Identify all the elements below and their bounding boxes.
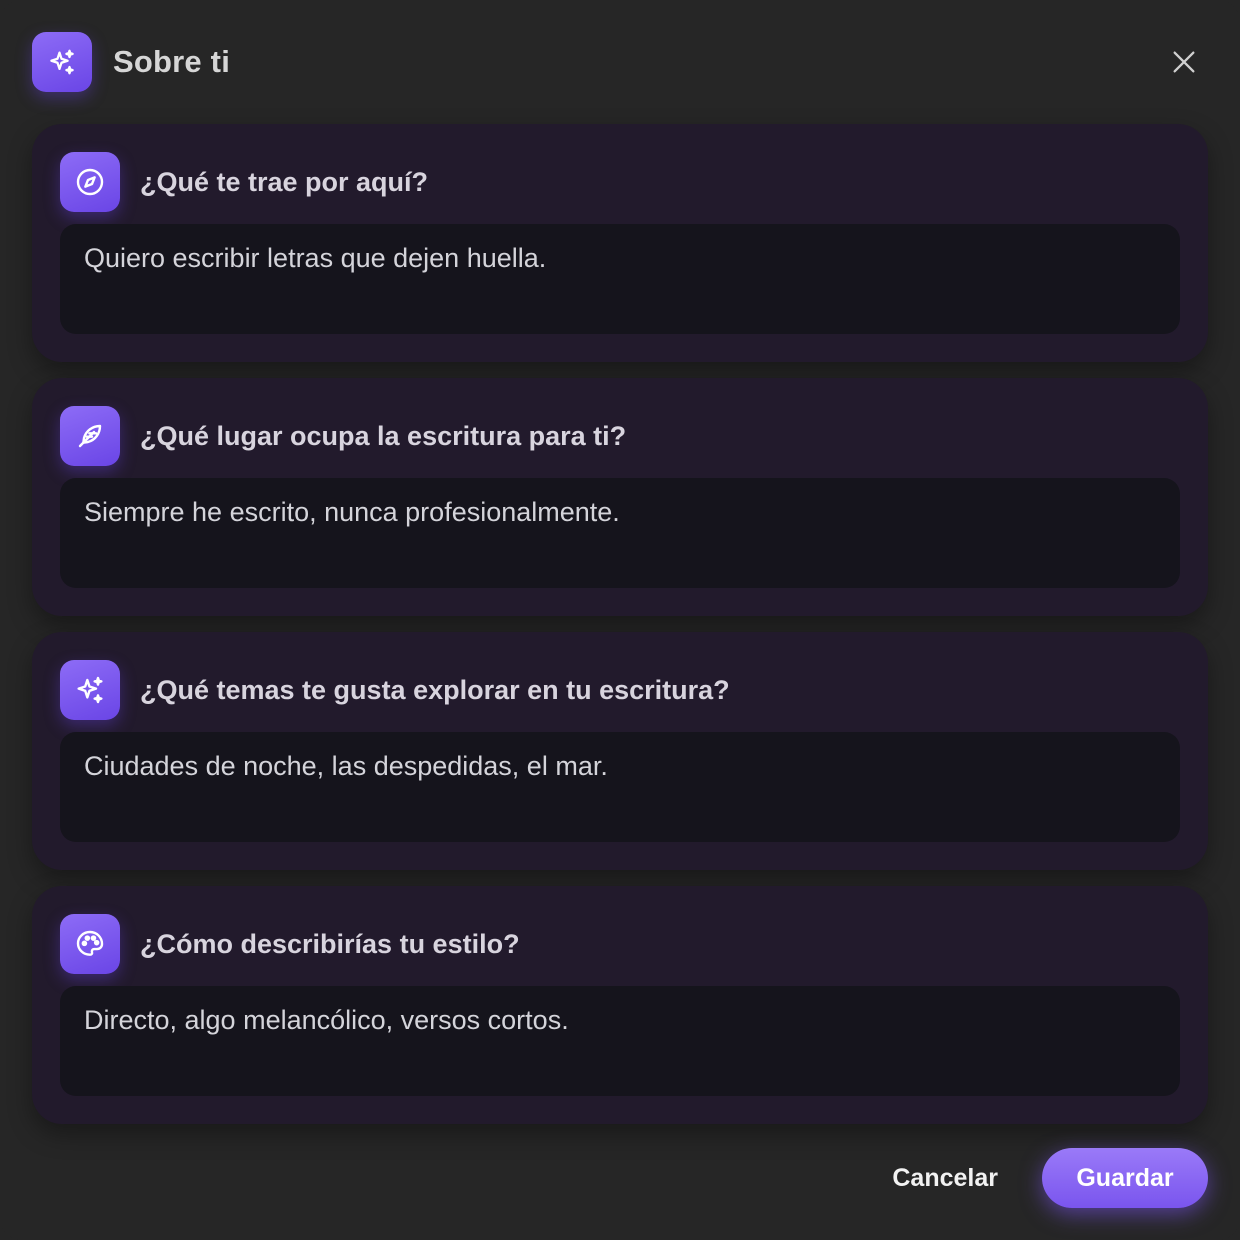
question-card-themes: ¿Qué temas te gusta explorar en tu escri… bbox=[32, 632, 1208, 870]
question-label: ¿Qué lugar ocupa la escritura para ti? bbox=[140, 420, 627, 451]
question-header: ¿Qué temas te gusta explorar en tu escri… bbox=[60, 660, 730, 720]
sparkles-icon bbox=[32, 32, 92, 92]
feather-icon bbox=[60, 406, 120, 466]
question-card-style: ¿Cómo describirías tu estilo? Directo, a… bbox=[32, 886, 1208, 1124]
question-label: ¿Qué te trae por aquí? bbox=[140, 166, 429, 197]
answer-field[interactable]: Siempre he escrito, nunca profesionalmen… bbox=[60, 478, 1180, 588]
answer-field[interactable]: Quiero escribir letras que dejen huella. bbox=[60, 224, 1180, 334]
answer-field[interactable]: Directo, algo melancólico, versos cortos… bbox=[60, 986, 1180, 1096]
dialog-title: Sobre ti bbox=[113, 44, 231, 79]
about-you-dialog: Sobre ti ¿Qué te trae por aquí? Quiero e… bbox=[0, 0, 1240, 1240]
sparkles-icon bbox=[60, 660, 120, 720]
dialog-footer: Cancelar Guardar bbox=[886, 1148, 1208, 1208]
question-header: ¿Qué lugar ocupa la escritura para ti? bbox=[60, 406, 626, 466]
close-icon bbox=[1173, 51, 1195, 73]
question-header: ¿Cómo describirías tu estilo? bbox=[60, 914, 520, 974]
close-button[interactable] bbox=[1168, 46, 1200, 78]
question-card-writing-place: ¿Qué lugar ocupa la escritura para ti? S… bbox=[32, 378, 1208, 616]
question-label: ¿Cómo describirías tu estilo? bbox=[140, 928, 520, 959]
palette-icon bbox=[60, 914, 120, 974]
compass-icon bbox=[60, 152, 120, 212]
answer-field[interactable]: Ciudades de noche, las despedidas, el ma… bbox=[60, 732, 1180, 842]
question-label: ¿Qué temas te gusta explorar en tu escri… bbox=[140, 674, 730, 705]
question-header: ¿Qué te trae por aquí? bbox=[60, 152, 428, 212]
cancel-button[interactable]: Cancelar bbox=[886, 1163, 1004, 1194]
dialog-header: Sobre ti bbox=[32, 32, 1208, 92]
question-card-reason: ¿Qué te trae por aquí? Quiero escribir l… bbox=[32, 124, 1208, 362]
save-button[interactable]: Guardar bbox=[1042, 1148, 1208, 1208]
